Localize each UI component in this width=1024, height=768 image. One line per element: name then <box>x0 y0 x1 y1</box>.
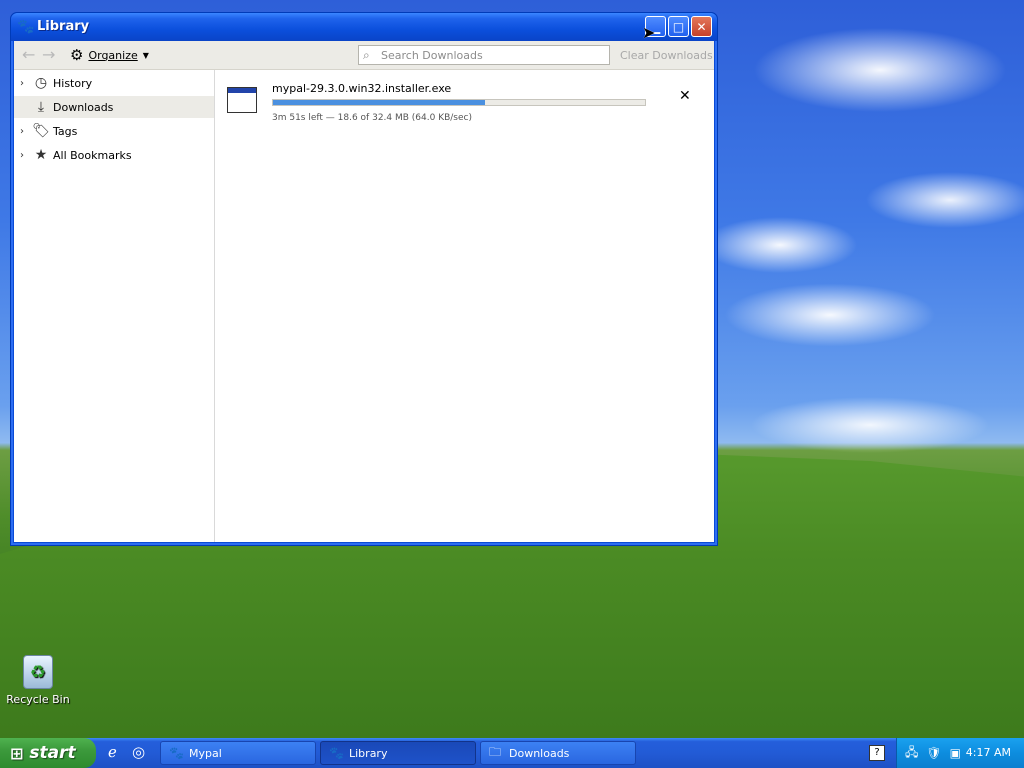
mypal-app-icon: 🐾 <box>17 19 35 35</box>
sidebar-item-label: Downloads <box>53 100 114 114</box>
start-button[interactable]: ⊞ start <box>0 738 96 768</box>
download-progress-bar <box>272 99 646 106</box>
help-icon[interactable]: ? <box>869 745 885 761</box>
title-bar[interactable]: 🐾 Library ▁ □ ✕ <box>11 13 717 41</box>
taskbar-button-downloads[interactable]: 🗀 Downloads <box>480 741 636 765</box>
tag-icon: 🏷 <box>32 123 50 139</box>
window-title: Library <box>37 19 90 34</box>
chevron-right-icon[interactable]: › <box>20 78 32 89</box>
taskbar-button-library[interactable]: 🐾 Library <box>320 741 476 765</box>
download-filename: mypal-29.3.0.win32.installer.exe <box>272 82 452 95</box>
organize-button[interactable]: ⚙ Organize ▼ <box>70 46 149 64</box>
mypal-app-icon: 🐾 <box>329 746 344 760</box>
internet-explorer-icon[interactable]: ℯ <box>108 743 117 761</box>
search-box[interactable]: ⌕ <box>358 45 610 65</box>
maximize-icon: □ <box>672 19 685 34</box>
gear-icon: ⚙ <box>70 45 84 64</box>
downloads-list: mypal-29.3.0.win32.installer.exe 3m 51s … <box>215 70 714 542</box>
folder-icon: 🗀 <box>489 744 502 759</box>
network-icon[interactable]: 🖧 <box>905 743 918 764</box>
chevron-right-icon[interactable]: › <box>20 150 32 161</box>
search-input[interactable] <box>379 47 603 63</box>
clear-downloads-button[interactable]: Clear Downloads <box>620 49 713 62</box>
security-icon[interactable]: 🛡 <box>926 746 941 760</box>
organize-label: Organize <box>88 48 138 62</box>
task-label: Mypal <box>189 746 222 760</box>
download-item[interactable]: mypal-29.3.0.win32.installer.exe 3m 51s … <box>215 76 714 123</box>
close-icon: ✕ <box>696 19 707 34</box>
sidebar-item-label: All Bookmarks <box>53 148 132 162</box>
system-tray: 🖧 🛡 ▣ 4:17 AM <box>896 738 1024 768</box>
close-button[interactable]: ✕ <box>691 16 712 37</box>
recycle-bin[interactable]: ♻ Recycle Bin <box>6 655 70 706</box>
mypal-app-icon: 🐾 <box>169 746 184 760</box>
window-client-area: ← → ⚙ Organize ▼ ⌕ Clear Downloads › ◷ H… <box>14 41 714 542</box>
search-icon: ⌕ <box>363 47 370 62</box>
task-label: Downloads <box>509 746 570 760</box>
start-label: start <box>29 743 76 763</box>
sidebar-item-label: History <box>53 76 93 90</box>
sidebar-item-downloads[interactable]: ⤓ Downloads <box>14 96 214 118</box>
library-toolbar: ← → ⚙ Organize ▼ ⌕ Clear Downloads <box>14 41 714 70</box>
sidebar-item-all-bookmarks[interactable]: › ★ All Bookmarks <box>14 144 214 166</box>
mypal-quicklaunch-icon[interactable]: ◎ <box>132 743 145 761</box>
mouse-pointer-icon: ➤ <box>642 23 656 42</box>
chevron-right-icon[interactable]: › <box>20 126 32 137</box>
star-icon: ★ <box>34 147 48 163</box>
task-label: Library <box>349 746 388 760</box>
sidebar-item-tags[interactable]: › 🏷 Tags <box>14 120 214 142</box>
sidebar: › ◷ History ⤓ Downloads › 🏷 Tags › ★ All… <box>14 70 215 542</box>
forward-arrow-icon[interactable]: → <box>42 47 55 63</box>
clock-icon: ◷ <box>34 75 48 91</box>
download-progress-fill <box>273 100 486 105</box>
executable-file-icon <box>227 87 257 113</box>
taskbar: ⊞ start ℯ ◎ 🐾 Mypal 🐾 Library 🗀 Download… <box>0 738 1024 768</box>
monitor-icon[interactable]: ▣ <box>950 746 961 760</box>
clock: 4:17 AM <box>965 746 1011 759</box>
download-status: 3m 51s left — 18.6 of 32.4 MB (64.0 KB/s… <box>272 113 472 123</box>
maximize-button[interactable]: □ <box>668 16 689 37</box>
chevron-down-icon: ▼ <box>142 50 149 60</box>
taskbar-button-mypal[interactable]: 🐾 Mypal <box>160 741 316 765</box>
sidebar-item-label: Tags <box>53 124 78 138</box>
recycle-bin-icon[interactable]: ♻ <box>23 655 53 689</box>
back-arrow-icon[interactable]: ← <box>22 47 35 63</box>
windows-flag-icon: ⊞ <box>10 743 24 763</box>
sidebar-item-history[interactable]: › ◷ History <box>14 72 214 94</box>
cancel-download-icon[interactable]: ✕ <box>679 88 691 104</box>
download-icon: ⤓ <box>37 99 45 115</box>
recycle-bin-label: Recycle Bin <box>6 693 70 706</box>
library-window: 🐾 Library ▁ □ ✕ ← → ⚙ Organize ▼ ⌕ Clear… <box>10 12 718 546</box>
